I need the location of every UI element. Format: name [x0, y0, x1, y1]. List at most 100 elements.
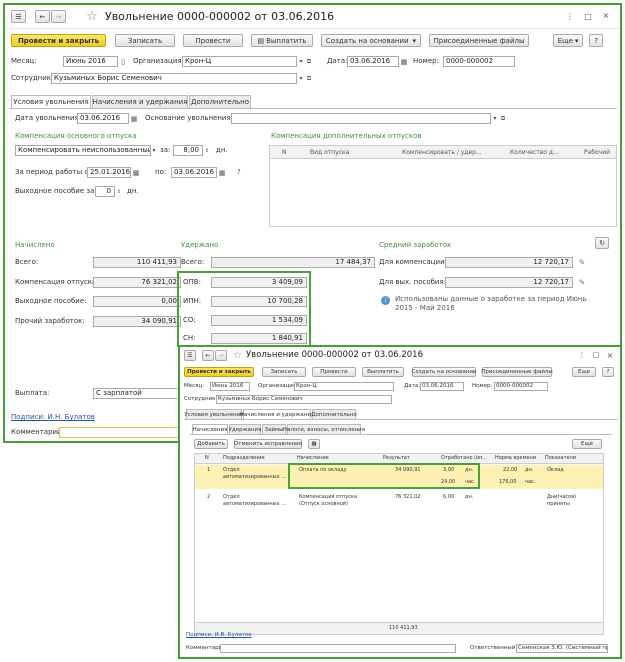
- signatures-link[interactable]: Подписи: И.Н. Булатов: [11, 413, 95, 421]
- menu-button[interactable]: ☰: [11, 10, 26, 23]
- create-on-base-button[interactable]: Создать на основании ▾: [321, 34, 421, 47]
- forward-button[interactable]: →: [51, 10, 66, 23]
- severance-days-field[interactable]: 0: [95, 186, 115, 197]
- date-field[interactable]: 03.06.2016: [420, 382, 464, 391]
- menu-button[interactable]: ☰: [184, 350, 196, 361]
- org-field[interactable]: Крон-Ц: [294, 382, 394, 391]
- create-on-base-button[interactable]: Создать на основании: [412, 367, 476, 377]
- comment-field[interactable]: [59, 427, 189, 438]
- back-button[interactable]: ←: [35, 10, 50, 23]
- month-picker-icon[interactable]: ▯: [118, 56, 128, 67]
- post-and-close-button[interactable]: Провести и закрыть: [184, 367, 254, 377]
- save-button[interactable]: Записать: [115, 34, 175, 47]
- star-icon[interactable]: ☆: [85, 9, 99, 24]
- subtab-accruals[interactable]: Начисления: [192, 424, 228, 434]
- calendar-icon[interactable]: ▦: [131, 167, 141, 178]
- tab-dismissal-conditions[interactable]: Условия увольнения: [184, 409, 244, 419]
- more-button[interactable]: Еще ▾: [553, 34, 583, 47]
- calendar-icon[interactable]: ▦: [399, 56, 409, 67]
- window-maximize-icon[interactable]: □: [583, 11, 593, 21]
- main-vacation-select[interactable]: Компенсировать неиспользованный о: [15, 145, 151, 156]
- add-button[interactable]: Добавить: [194, 439, 228, 449]
- chevron-down-icon[interactable]: ▾: [150, 145, 158, 156]
- date-field[interactable]: 03.06.2016: [347, 56, 399, 67]
- window-maximize-icon[interactable]: □: [592, 350, 600, 360]
- for-days-field[interactable]: 8,00: [173, 145, 203, 156]
- pay-button[interactable]: ▤ Выплатить: [251, 34, 313, 47]
- window-close-icon[interactable]: ×: [601, 10, 611, 20]
- second-window: ☰ ← → ☆ Увольнение 0000-000002 от 03.06.…: [178, 345, 622, 659]
- responsible-field[interactable]: Семенская З.Ю. (Системный про: [516, 644, 608, 653]
- employee-label: Сотрудник:: [184, 396, 218, 402]
- avg-sev-value: 12 720,17: [445, 277, 573, 288]
- reason-open-icon[interactable]: ⧉: [499, 113, 507, 124]
- tab-accruals-deductions[interactable]: Начисления и удержания: [92, 95, 188, 108]
- month-field[interactable]: Июнь 2016: [63, 56, 118, 67]
- org-open-icon[interactable]: ⧉: [305, 56, 313, 67]
- withheld-highlight: [177, 271, 311, 347]
- tab-dismissal-conditions[interactable]: Условия увольнения: [11, 95, 91, 108]
- period-to-field[interactable]: 03.06.2016: [171, 167, 217, 178]
- month-field[interactable]: Июнь 2016: [210, 382, 250, 391]
- save-button[interactable]: Записать: [262, 367, 306, 377]
- post-button[interactable]: Провести: [183, 34, 243, 47]
- cancel-corrections-button[interactable]: Отменить исправления: [234, 439, 302, 449]
- subtab-taxes[interactable]: Налоги, взносы, отчисления: [283, 424, 365, 434]
- edit-icon[interactable]: ✎: [577, 277, 587, 288]
- tab-additional[interactable]: Дополнительно: [311, 409, 357, 419]
- refresh-button[interactable]: ↻: [595, 237, 609, 249]
- row-n: 2: [207, 494, 211, 500]
- col-days-count: Количество д...: [510, 149, 559, 156]
- attached-files-button[interactable]: Присоединенные файлы: [429, 34, 529, 47]
- window-menu-icon[interactable]: ⋮: [578, 350, 586, 360]
- employee-label: Сотрудник:: [11, 74, 54, 82]
- star-icon[interactable]: ☆: [232, 350, 243, 361]
- org-dropdown-icon[interactable]: ▾: [297, 56, 305, 67]
- help-button[interactable]: ?: [589, 34, 603, 47]
- col-accrual: Начисление: [297, 455, 329, 461]
- pay-button[interactable]: Выплатить: [362, 367, 404, 377]
- dismiss-date-field[interactable]: 03.06.2016: [77, 113, 129, 124]
- row-n: 1: [207, 467, 211, 473]
- more-button[interactable]: Еще: [572, 367, 596, 377]
- subtab-deductions[interactable]: Удержания: [229, 424, 261, 434]
- pay-label: Выплатить: [266, 36, 307, 45]
- post-and-close-button[interactable]: Провести и закрыть: [11, 34, 106, 47]
- table-row[interactable]: 2 Отдел автоматизированных ... Компенсац…: [195, 492, 603, 516]
- forward-button[interactable]: →: [215, 350, 227, 361]
- period-from-field[interactable]: 25.01.2016: [87, 167, 131, 178]
- employee-field[interactable]: Кузьминых Борис Семенович: [51, 73, 297, 84]
- stepper-icon[interactable]: ⇕: [203, 145, 211, 156]
- stepper-icon[interactable]: ⇕: [115, 186, 123, 197]
- tab-additional[interactable]: Дополнительно: [189, 95, 251, 108]
- accrued-total-label: Всего:: [15, 258, 39, 266]
- help-button[interactable]: ?: [602, 367, 614, 377]
- tab-accruals-deductions[interactable]: Начисления и удержания: [240, 409, 314, 419]
- withheld-title: Удержано: [181, 241, 219, 249]
- window-close-icon[interactable]: ×: [606, 350, 614, 360]
- reason-dropdown-icon[interactable]: ▾: [491, 113, 499, 124]
- calendar-icon[interactable]: ▦: [129, 113, 139, 124]
- window-menu-icon[interactable]: ⋮: [565, 11, 575, 21]
- more-button[interactable]: Еще: [572, 439, 602, 449]
- col-worked: Отработано (оп...: [441, 455, 488, 461]
- post-button[interactable]: Провести: [312, 367, 356, 377]
- edit-icon[interactable]: ✎: [577, 257, 587, 268]
- reason-field[interactable]: [231, 113, 491, 124]
- table-icon-button[interactable]: ▦: [308, 439, 320, 449]
- number-field[interactable]: 0000-000002: [443, 56, 515, 67]
- row-indicator: Дни(часов) приняты: [547, 494, 577, 507]
- date-label: Дата:: [327, 57, 348, 65]
- signatures-link[interactable]: Подписи: И.В. Булатов: [186, 632, 252, 638]
- calendar-icon[interactable]: ▦: [217, 167, 227, 178]
- employee-dropdown-icon[interactable]: ▾: [297, 73, 305, 84]
- employee-field[interactable]: Кузьминых Борис Семенович: [216, 395, 392, 404]
- org-field[interactable]: Крон-Ц: [182, 56, 297, 67]
- payment-field[interactable]: С зарплатой: [93, 388, 183, 399]
- employee-open-icon[interactable]: ⧉: [305, 73, 313, 84]
- attached-files-button[interactable]: Присоединенные файлы: [481, 367, 553, 377]
- back-button[interactable]: ←: [202, 350, 214, 361]
- comment-field[interactable]: [220, 644, 456, 653]
- number-field[interactable]: 0000-000002: [494, 382, 548, 391]
- help-link[interactable]: ?: [237, 167, 241, 178]
